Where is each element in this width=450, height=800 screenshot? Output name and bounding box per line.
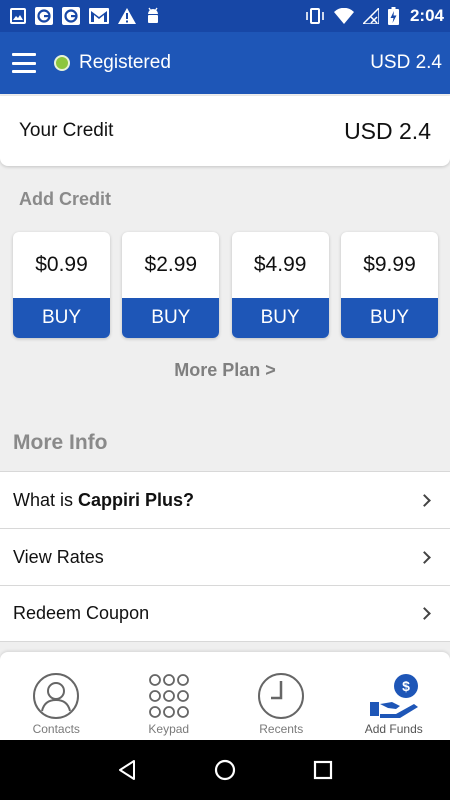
bottom-navigation: Contacts Keypad Recents $ Add Funds (0, 652, 450, 740)
vibrate-icon (305, 8, 325, 24)
svg-text:$: $ (402, 678, 410, 694)
add-credit-heading: Add Credit (19, 189, 111, 209)
nav-label: Add Funds (364, 722, 423, 736)
buy-button[interactable]: BUY (231, 298, 329, 338)
clock-icon (257, 672, 305, 720)
g-notification-icon (62, 7, 80, 25)
system-icons: 2:04 (305, 6, 444, 26)
header-balance: USD 2.4 (370, 52, 442, 73)
more-info-heading: More Info (13, 431, 108, 454)
buy-button[interactable]: BUY (122, 298, 220, 338)
plan-price: $2.99 (144, 253, 198, 276)
image-icon (10, 8, 26, 24)
nav-keypad[interactable]: Keypad (113, 652, 226, 740)
status-bar: 2:04 (0, 0, 450, 32)
keypad-icon (145, 672, 193, 720)
registration-status-label: Registered (79, 52, 171, 73)
credit-card: Your Credit USD 2.4 (0, 96, 450, 166)
info-item-label: View Rates (13, 546, 104, 567)
app-header: Registered USD 2.4 (0, 32, 450, 94)
battery-charging-icon (387, 7, 399, 25)
hamburger-menu-icon[interactable] (12, 53, 36, 73)
plan-card: $9.99 BUY (340, 232, 438, 338)
more-info-list: What is Cappiri Plus? View Rates Redeem … (0, 471, 450, 642)
chevron-right-icon (418, 607, 431, 620)
plan-price: $0.99 (35, 253, 88, 276)
plan-price: $9.99 (363, 253, 416, 276)
warning-icon (118, 8, 136, 24)
nav-label: Recents (259, 722, 304, 736)
info-item-view-rates[interactable]: View Rates (0, 528, 450, 585)
wifi-icon (333, 8, 354, 24)
credit-value: USD 2.4 (344, 117, 431, 144)
back-icon[interactable] (107, 750, 147, 790)
buy-button[interactable]: BUY (13, 298, 110, 338)
nav-recents[interactable]: Recents (225, 652, 338, 740)
notification-icons (10, 7, 161, 25)
info-item-label: What is Cappiri Plus? (13, 489, 195, 510)
plan-card: $2.99 BUY (122, 232, 220, 338)
credit-plans: $0.99 BUY $2.99 BUY $4.99 BUY $9.99 BUY (13, 232, 438, 338)
contacts-icon (32, 672, 80, 720)
home-icon[interactable] (205, 750, 245, 790)
info-item-redeem-coupon[interactable]: Redeem Coupon (0, 585, 450, 642)
chevron-right-icon (418, 550, 431, 564)
info-item-what-is-cappiri-plus[interactable]: What is Cappiri Plus? (0, 471, 450, 528)
nav-add-funds[interactable]: $ Add Funds (338, 652, 450, 740)
add-funds-icon: $ (366, 672, 422, 720)
android-icon (145, 7, 161, 25)
chevron-right-icon (418, 493, 431, 507)
android-navigation-bar (0, 740, 450, 800)
buy-button[interactable]: BUY (340, 298, 438, 338)
nav-contacts[interactable]: Contacts (0, 652, 113, 740)
credit-label: Your Credit (19, 120, 114, 141)
info-item-label: Redeem Coupon (13, 603, 150, 623)
more-plan-link[interactable]: More Plan > (0, 360, 450, 381)
nav-label: Contacts (32, 722, 80, 736)
g-notification-icon (35, 7, 53, 25)
clock-time: 2:04 (409, 6, 444, 25)
no-signal-icon (362, 8, 379, 24)
plan-card: $4.99 BUY (231, 232, 329, 338)
gmail-icon (89, 8, 109, 24)
registration-status-icon (54, 55, 70, 71)
recents-icon[interactable] (303, 750, 343, 790)
plan-card: $0.99 BUY (13, 232, 110, 338)
nav-label: Keypad (148, 722, 190, 736)
plan-price: $4.99 (253, 253, 307, 276)
